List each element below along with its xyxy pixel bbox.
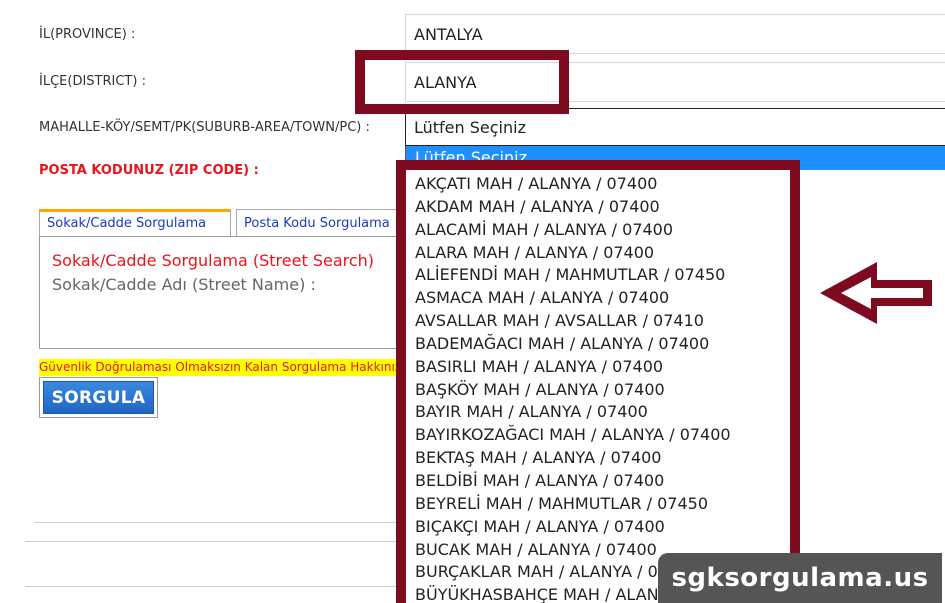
district-label: İLÇE(DISTRICT) :	[39, 74, 146, 89]
province-label: İL(PROVINCE) :	[39, 27, 136, 42]
divider	[25, 586, 407, 587]
street-search-panel: Sokak/Cadde Sorgulama (Street Search) So…	[39, 236, 409, 349]
tab-postcode-query[interactable]: Posta Kodu Sorgulama	[236, 209, 406, 236]
tab-street-query[interactable]: Sokak/Cadde Sorgulama	[39, 209, 231, 236]
security-warning: Güvenlik Doğrulaması Olmaksızın Kalan So…	[39, 359, 399, 376]
divider	[25, 541, 407, 542]
zip-code-label: POSTA KODUNUZ (ZIP CODE) :	[39, 163, 259, 178]
query-button-frame: SORGULA	[39, 377, 158, 418]
panel-title: Sokak/Cadde Sorgulama (Street Search)	[52, 251, 375, 270]
options-highlight-box	[396, 160, 800, 603]
province-value: ANTALYA	[414, 24, 483, 44]
left-arrow-icon	[820, 262, 932, 324]
street-name-label: Sokak/Cadde Adı (Street Name) :	[52, 275, 316, 294]
watermark: sgksorgulama.us	[658, 553, 942, 603]
query-button[interactable]: SORGULA	[43, 381, 154, 414]
district-highlight-box	[355, 50, 569, 114]
neighborhood-label: MAHALLE-KÖY/SEMT/PK(SUBURB-AREA/TOWN/PC)…	[39, 120, 370, 135]
divider	[35, 522, 407, 523]
neighborhood-value: Lütfen Seçiniz	[414, 117, 526, 137]
province-field[interactable]: ANTALYA	[405, 14, 945, 54]
